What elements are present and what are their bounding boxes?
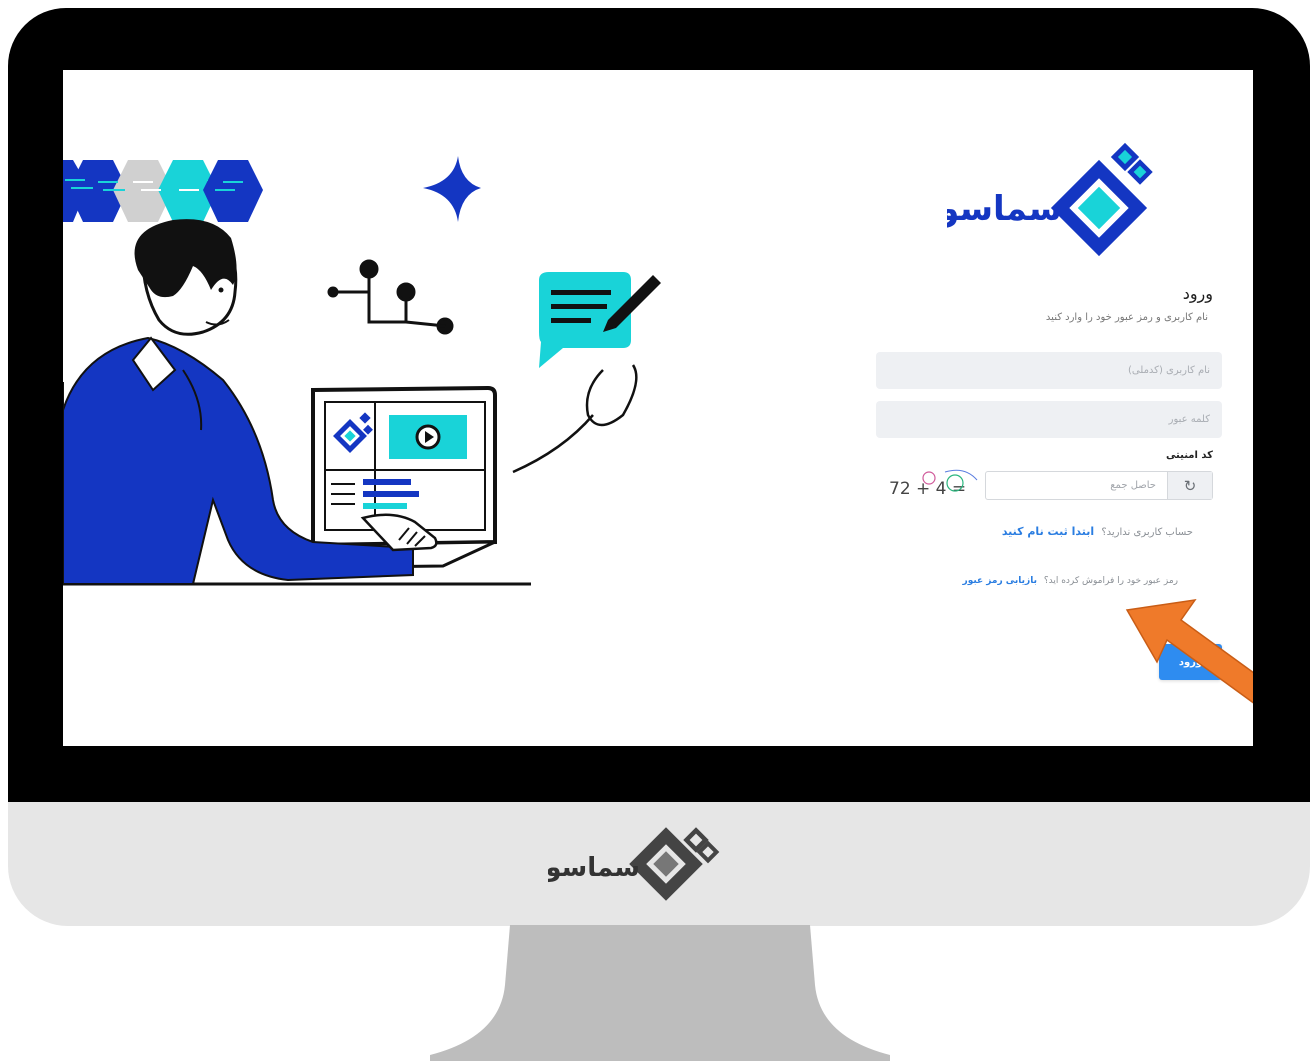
chin-brand-logo: سماسو (548, 827, 720, 901)
captcha-text: 72 + 4 = (889, 479, 966, 499)
screen: سماسو ورود نام کاربری و رمز عبور خود را … (63, 70, 1253, 746)
username-input[interactable] (876, 352, 1222, 389)
monitor-stand (430, 925, 890, 1061)
brand-logo: سماسو (947, 142, 1153, 257)
password-input[interactable] (876, 401, 1222, 438)
captcha-label: کد امنیتی (1165, 450, 1213, 461)
chin-brand-name: سماسو (548, 853, 640, 883)
login-title: ورود (963, 284, 1213, 303)
register-prompt: حساب کاربری ندارید؟ (1101, 527, 1193, 538)
login-submit-button[interactable]: ورود (1159, 644, 1222, 680)
forgot-password-link[interactable]: بازیابی رمز عبور (963, 576, 1037, 586)
forgot-password-row: رمز عبور خود را فراموش کرده اید؟ بازیابی… (943, 576, 1178, 586)
network-nodes-icon (327, 259, 454, 335)
forgot-prompt: رمز عبور خود را فراموش کرده اید؟ (1043, 576, 1178, 586)
monitor-mockup: سماسو سماسو ورود نام کاربری و رمز عبور خ… (0, 0, 1313, 1061)
login-subtitle: نام کاربری و رمز عبور خود را وارد کنید (923, 312, 1208, 323)
register-link[interactable]: ابتدا ثبت نام کنید (1002, 525, 1094, 538)
sparkle-icon (423, 156, 481, 222)
login-subtitle-text: نام کاربری و رمز عبور خود را وارد کنید (1045, 312, 1208, 323)
captcha-input[interactable] (986, 472, 1166, 499)
captcha-image: 72 + 4 = (889, 469, 978, 499)
login-title-text: ورود (1182, 284, 1213, 303)
register-row: حساب کاربری ندارید؟ ابتدا ثبت نام کنید (963, 525, 1193, 538)
hero-illustration (63, 156, 661, 586)
brand-name: سماسو (947, 189, 1062, 229)
captcha-field: ↻ (985, 471, 1213, 500)
hexagon-pattern-icon (63, 160, 263, 222)
chat-pen-icon (512, 272, 661, 474)
captcha-refresh-button[interactable]: ↻ (1167, 472, 1212, 499)
refresh-icon: ↻ (1183, 476, 1197, 495)
